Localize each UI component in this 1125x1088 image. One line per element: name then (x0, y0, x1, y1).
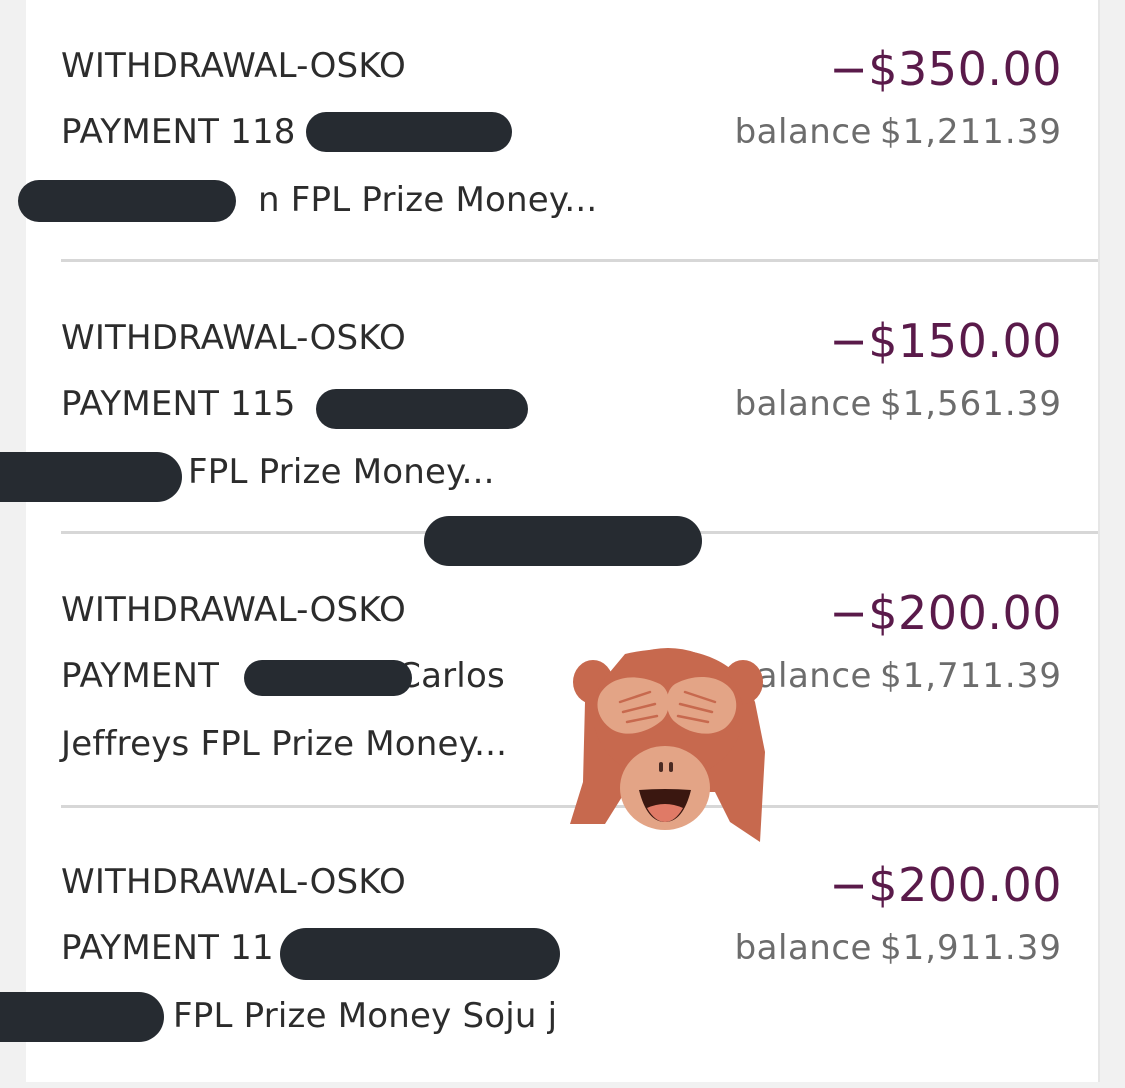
payee-name: Carlos (397, 656, 505, 696)
transaction-description: PAYMENT 118 (61, 112, 296, 152)
redaction-mark (316, 389, 528, 429)
transaction-amount: −$150.00 (829, 314, 1062, 368)
transaction-amount: −$200.00 (829, 858, 1062, 912)
balance-label: balance (734, 384, 872, 424)
transaction-type: WITHDRAWAL-OSKO (61, 590, 406, 630)
transaction-type: WITHDRAWAL-OSKO (61, 46, 406, 86)
row-divider (61, 259, 1098, 262)
transaction-amount: −$200.00 (829, 586, 1062, 640)
transaction-balance: balance $1,711.39 (735, 656, 1062, 696)
balance-value: $1,561.39 (879, 384, 1062, 424)
transaction-row[interactable]: WITHDRAWAL-OSKO PAYMENT 11 FPL Prize Mon… (26, 816, 1098, 1088)
transaction-row[interactable]: WITHDRAWAL-OSKO PAYMENT 118 n FPL Prize … (26, 0, 1098, 272)
redaction-mark (306, 112, 512, 152)
transaction-amount: −$350.00 (829, 42, 1062, 96)
transaction-row[interactable]: WITHDRAWAL-OSKO PAYMENT Carlos Jeffreys F… (26, 544, 1098, 816)
balance-value: $1,911.39 (879, 928, 1062, 968)
redaction-mark (0, 452, 182, 502)
balance-value: $1,211.39 (879, 112, 1062, 152)
transaction-balance: balance $1,211.39 (735, 112, 1062, 152)
balance-label: balance (734, 928, 872, 968)
transaction-memo: Jeffreys FPL Prize Money... (61, 724, 508, 764)
redaction-mark (424, 516, 702, 566)
transaction-description: PAYMENT 11 (61, 928, 274, 968)
transaction-type: WITHDRAWAL-OSKO (61, 862, 406, 902)
redaction-mark (0, 992, 164, 1042)
transaction-type: WITHDRAWAL-OSKO (61, 318, 406, 358)
payment-label: PAYMENT (61, 656, 220, 696)
balance-value: $1,711.39 (879, 656, 1062, 696)
transaction-memo: FPL Prize Money Soju j (173, 996, 558, 1036)
redaction-mark (18, 180, 236, 222)
transaction-description: PAYMENT 115 (61, 384, 296, 424)
transaction-row[interactable]: WITHDRAWAL-OSKO PAYMENT 115 FPL Prize Mo… (26, 272, 1098, 544)
transaction-balance: balance $1,911.39 (735, 928, 1062, 968)
redaction-mark (280, 928, 560, 980)
transaction-memo: n FPL Prize Money... (258, 180, 598, 220)
balance-label: balance (734, 112, 872, 152)
transaction-balance: balance $1,561.39 (735, 384, 1062, 424)
see-no-evil-monkey-icon (570, 648, 765, 842)
redaction-mark (244, 660, 412, 696)
transaction-memo: FPL Prize Money... (188, 452, 495, 492)
